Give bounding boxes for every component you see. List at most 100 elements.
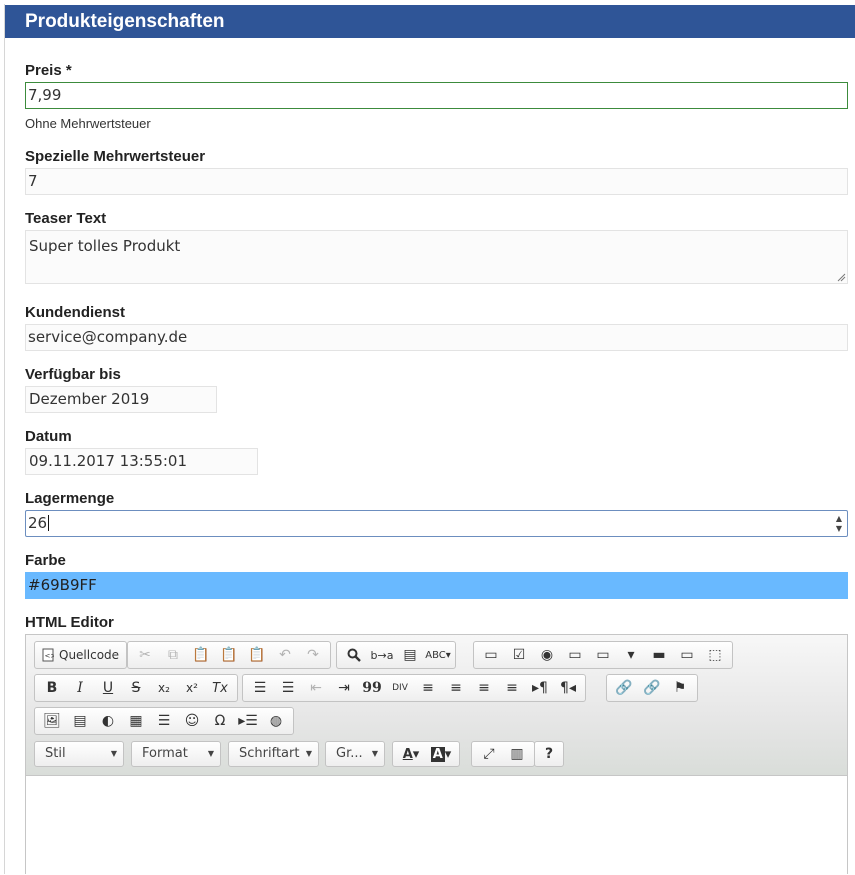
select-field-icon[interactable]: ▾ (617, 643, 645, 667)
radio-icon[interactable]: ◉ (533, 643, 561, 667)
align-justify-icon[interactable]: ≡ (498, 676, 526, 700)
color-input[interactable]: #69B9FF (25, 572, 848, 599)
color-label: Farbe (25, 552, 66, 569)
form-icon[interactable]: ▭ (477, 643, 505, 667)
background-color-icon[interactable]: A ▾ (426, 742, 456, 766)
ltr-icon[interactable]: ▸¶ (526, 676, 554, 700)
price-input[interactable]: 7,99 (25, 82, 848, 109)
find-icon[interactable] (340, 643, 368, 667)
links-group: 🔗 🔗 ⚑ (606, 674, 698, 702)
paste-text-icon[interactable]: 📋 (215, 643, 243, 667)
resize-grip-icon[interactable] (837, 273, 846, 282)
image-button-icon[interactable]: ▭ (673, 643, 701, 667)
image-icon[interactable]: 🖼 (38, 709, 66, 733)
subscript-button[interactable]: x₂ (150, 676, 178, 700)
stock-value: 26 (28, 514, 48, 532)
chevron-down-icon: ▼ (207, 749, 214, 758)
date-input[interactable]: 09.11.2017 13:55:01 (25, 448, 258, 475)
indent-icon[interactable]: ⇥ (330, 676, 358, 700)
teaser-label: Teaser Text (25, 210, 107, 227)
special-char-button[interactable]: Ω (206, 709, 234, 733)
replace-icon[interactable]: b→a (368, 643, 396, 667)
about-group: ? (534, 741, 564, 767)
numbered-list-icon[interactable]: ☰ (246, 676, 274, 700)
source-group: <> Quellcode (34, 641, 128, 669)
available-month-input[interactable]: Dezember 2019 (25, 386, 217, 413)
text-color-icon[interactable]: A ▾ (396, 742, 426, 766)
textarea-icon[interactable]: ▭ (589, 643, 617, 667)
embed-icon[interactable]: ◐ (94, 709, 122, 733)
create-div-icon[interactable]: DIV (386, 676, 414, 700)
maximize-icon[interactable]: ⤢ (475, 742, 503, 766)
date-label: Datum (25, 428, 72, 445)
font-combo[interactable]: Schriftart ▼ (228, 741, 319, 767)
vat-input[interactable]: 7 (25, 168, 848, 195)
size-combo-label: Gr... (336, 746, 363, 761)
bulleted-list-icon[interactable]: ☰ (274, 676, 302, 700)
blockquote-icon[interactable]: 99 (358, 676, 386, 700)
textfield-icon[interactable]: ▭ (561, 643, 589, 667)
smiley-icon[interactable]: ☺ (178, 709, 206, 733)
stock-label: Lagermenge (25, 490, 115, 507)
flash-icon[interactable]: ▤ (66, 709, 94, 733)
support-label: Kundendienst (25, 304, 125, 321)
format-combo[interactable]: Format ▼ (131, 741, 221, 767)
view-group: ⤢ ▥ (471, 741, 535, 767)
find-group: b→a ▤ ABC▾ (336, 641, 456, 669)
redo-icon[interactable]: ↷ (299, 643, 327, 667)
editor-content-area[interactable] (26, 777, 847, 875)
italic-button[interactable]: I (66, 676, 94, 700)
copy-icon[interactable]: ⧉ (159, 643, 187, 667)
source-button[interactable]: <> Quellcode (38, 643, 123, 667)
style-combo[interactable]: Stil ▼ (34, 741, 124, 767)
outdent-icon[interactable]: ⇤ (302, 676, 330, 700)
teaser-textarea[interactable]: Super tolles Produkt (25, 230, 848, 284)
anchor-flag-icon[interactable]: ⚑ (666, 676, 694, 700)
teaser-text: Super tolles Produkt (29, 237, 181, 255)
support-email-input[interactable]: service@company.de (25, 324, 848, 351)
iframe-globe-icon[interactable]: ◍ (262, 709, 290, 733)
unlink-icon[interactable]: 🔗 (638, 676, 666, 700)
help-button[interactable]: ? (538, 742, 560, 766)
align-center-icon[interactable]: ≡ (442, 676, 470, 700)
spellcheck-icon[interactable]: ABC▾ (424, 643, 452, 667)
stock-number-input[interactable]: 26 ▲ ▼ (25, 510, 848, 537)
checkbox-icon[interactable]: ☑ (505, 643, 533, 667)
chevron-down-icon: ▼ (371, 749, 378, 758)
clipboard-group: ✂ ⧉ 📋 📋 📋 ↶ ↷ (127, 641, 331, 669)
show-blocks-icon[interactable]: ▥ (503, 742, 531, 766)
rtl-icon[interactable]: ¶◂ (554, 676, 582, 700)
size-combo[interactable]: Gr... ▼ (325, 741, 385, 767)
strike-button[interactable]: S (122, 676, 150, 700)
undo-icon[interactable]: ↶ (271, 643, 299, 667)
paste-icon[interactable]: 📋 (187, 643, 215, 667)
format-combo-label: Format (142, 746, 188, 761)
source-icon: <> (42, 648, 54, 662)
bold-button[interactable]: B (38, 676, 66, 700)
price-label: Preis * (25, 62, 72, 79)
price-help-text: Ohne Mehrwertsteuer (25, 116, 151, 131)
table-icon[interactable]: ▦ (122, 709, 150, 733)
align-left-icon[interactable]: ≡ (414, 676, 442, 700)
select-all-icon[interactable]: ▤ (396, 643, 424, 667)
number-spinner[interactable]: ▲ ▼ (833, 514, 845, 534)
available-label: Verfügbar bis (25, 366, 121, 383)
page-break-icon[interactable]: ▸☰ (234, 709, 262, 733)
basic-styles-group: B I U S x₂ x² Tx (34, 674, 238, 702)
button-field-icon[interactable]: ▬ (645, 643, 673, 667)
hidden-field-icon[interactable]: ⬚ (701, 643, 729, 667)
underline-button[interactable]: U (94, 676, 122, 700)
insert-group: 🖼 ▤ ◐ ▦ ☰ ☺ Ω ▸☰ ◍ (34, 707, 294, 735)
align-right-icon[interactable]: ≡ (470, 676, 498, 700)
chevron-down-icon: ▼ (110, 749, 117, 758)
paste-word-icon[interactable]: 📋 (243, 643, 271, 667)
link-icon[interactable]: 🔗 (610, 676, 638, 700)
cut-icon[interactable]: ✂ (131, 643, 159, 667)
paragraph-group: ☰ ☰ ⇤ ⇥ 99 DIV ≡ ≡ ≡ ≡ ▸¶ ¶◂ (242, 674, 586, 702)
spin-down-icon[interactable]: ▼ (833, 524, 845, 534)
panel-title: Produkteigenschaften (5, 5, 855, 38)
horizontal-line-icon[interactable]: ☰ (150, 709, 178, 733)
superscript-button[interactable]: x² (178, 676, 206, 700)
spin-up-icon[interactable]: ▲ (833, 514, 845, 524)
remove-format-button[interactable]: Tx (206, 676, 234, 700)
